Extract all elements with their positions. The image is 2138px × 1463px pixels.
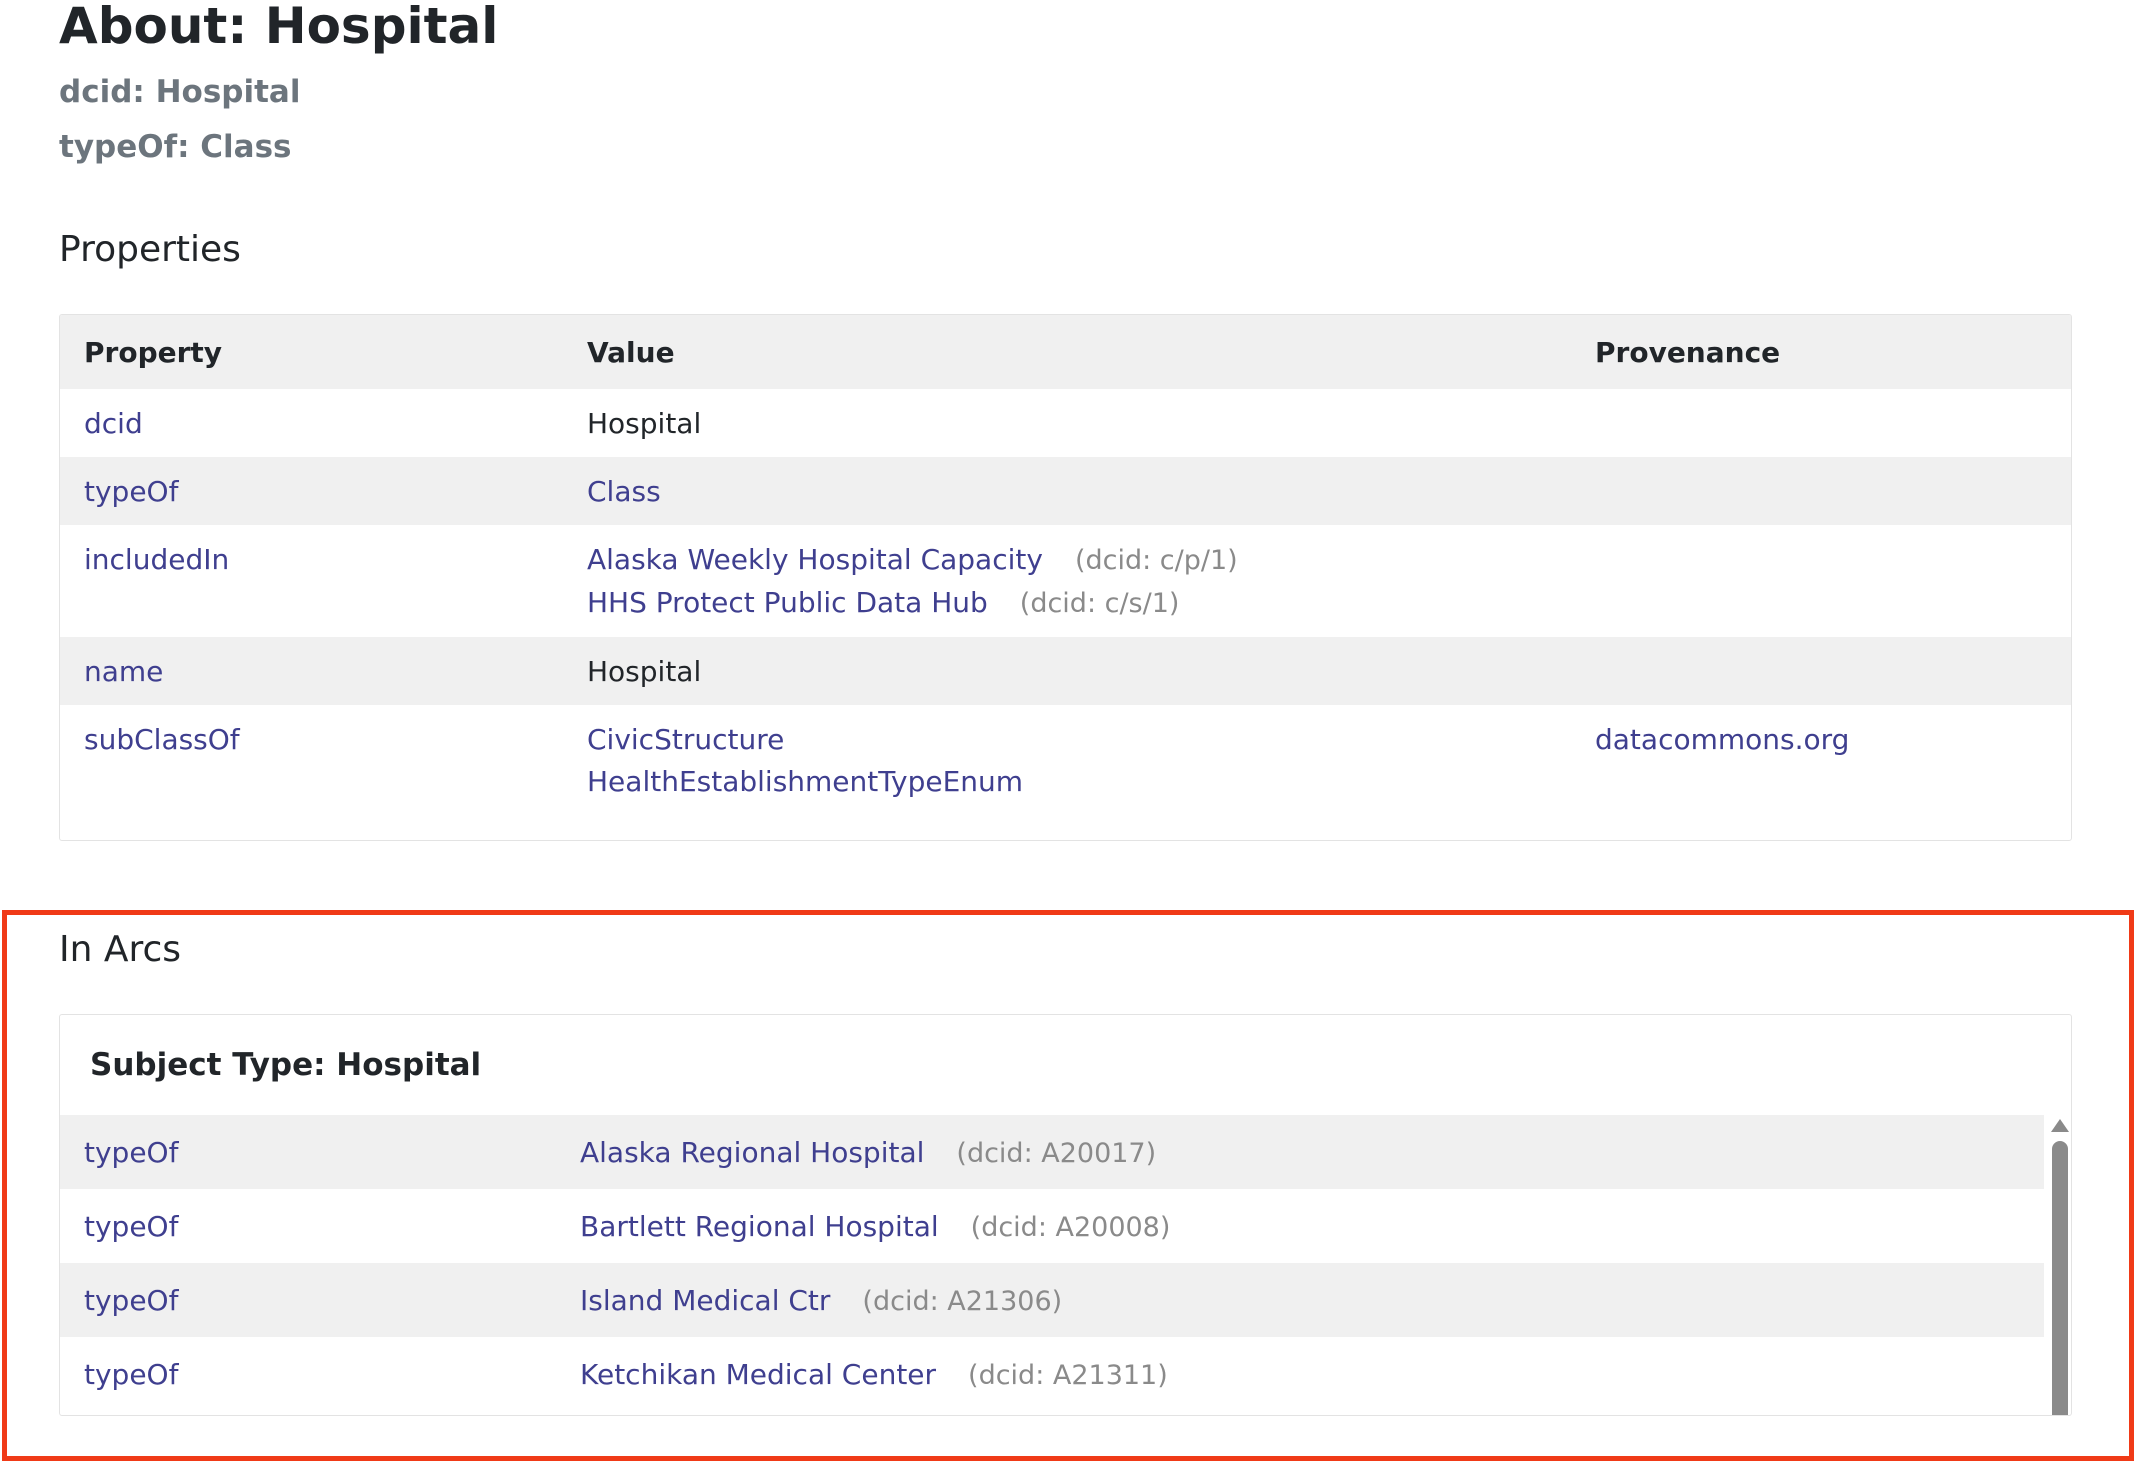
property-link-typeof[interactable]: typeOf [84,475,178,508]
property-link-name[interactable]: name [84,655,163,688]
property-value: Hospital [587,407,702,440]
property-link-dcid[interactable]: dcid [84,407,143,440]
typeof-line: typeOf: Class [59,129,292,165]
properties-header-row: Property Value Provenance [60,315,2071,389]
value-dcid: (dcid: c/s/1) [1019,588,1180,619]
value-link-class[interactable]: Class [587,475,661,508]
in-arcs-highlight-box [2,910,2134,1461]
page-title: About: Hospital [59,0,499,55]
table-row: typeOf Class [60,457,2071,525]
table-row: name Hospital [60,637,2071,705]
properties-heading: Properties [59,229,241,270]
property-value: Hospital [587,655,702,688]
table-row: subClassOf CivicStructure HealthEstablis… [60,705,2071,815]
value-dcid: (dcid: c/p/1) [1074,545,1238,576]
value-link-hhs-protect-public-data-hub[interactable]: HHS Protect Public Data Hub [587,586,988,619]
table-row: includedIn Alaska Weekly Hospital Capaci… [60,525,2071,637]
provenance-link[interactable]: datacommons.org [1595,723,1849,756]
value-link-alaska-weekly-hospital-capacity[interactable]: Alaska Weekly Hospital Capacity [587,543,1043,576]
properties-table-card: Property Value Provenance dcid Hospital … [59,314,2072,841]
column-header-provenance: Provenance [1571,315,2071,389]
property-link-includedin[interactable]: includedIn [84,543,229,576]
column-header-value: Value [563,315,1571,389]
table-row: dcid Hospital [60,389,2071,457]
dcid-line: dcid: Hospital [59,74,301,110]
value-link-healthestablishmenttypeenum[interactable]: HealthEstablishmentTypeEnum [587,765,1023,798]
column-header-property: Property [60,315,563,389]
property-link-subclassof[interactable]: subClassOf [84,723,240,756]
page: About: Hospital dcid: Hospital typeOf: C… [0,0,2138,1463]
value-link-civicstructure[interactable]: CivicStructure [587,723,784,756]
properties-table: Property Value Provenance dcid Hospital … [60,315,2071,815]
